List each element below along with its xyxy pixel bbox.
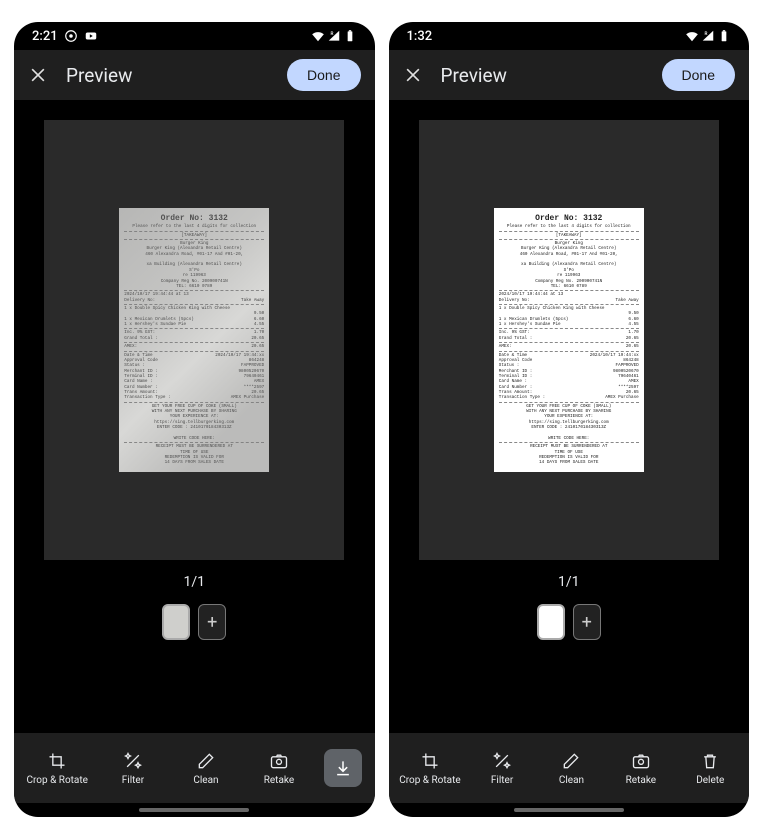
signal-icon: R	[327, 29, 341, 43]
bottom-toolbar: Crop & Rotate Filter Clean Retake Delete	[389, 733, 750, 803]
eraser-icon	[561, 751, 581, 771]
close-icon[interactable]	[403, 65, 423, 85]
scanned-receipt: Order No: 3132 Please refer to the last …	[119, 208, 269, 471]
camera-icon	[269, 751, 289, 771]
preview-frame[interactable]: Order No: 3132 Please refer to the last …	[419, 120, 719, 560]
crop-rotate-button[interactable]: Crop & Rotate	[27, 751, 88, 786]
thumbnail-strip: +	[537, 604, 601, 640]
preview-area: Order No: 3132 Please refer to the last …	[389, 100, 750, 733]
clean-button[interactable]: Clean	[543, 751, 599, 786]
nav-bar	[14, 803, 375, 817]
thumbnail-1[interactable]	[537, 604, 565, 640]
thumbnail-strip: +	[162, 604, 226, 640]
page-counter: 1/1	[183, 574, 205, 590]
camera-icon	[631, 751, 651, 771]
crop-rotate-button[interactable]: Crop & Rotate	[399, 751, 460, 786]
youtube-icon	[84, 29, 98, 43]
retake-button[interactable]: Retake	[251, 751, 307, 786]
clock: 2:21	[32, 29, 58, 44]
bottom-toolbar: Crop & Rotate Filter Clean Retake	[14, 733, 375, 803]
header: Preview Done	[389, 50, 750, 100]
battery-icon	[717, 29, 731, 43]
delete-button[interactable]: Delete	[682, 751, 738, 786]
clock: 1:32	[407, 29, 433, 44]
magic-icon	[123, 751, 143, 771]
phone-left: 2:21 R Preview Done Order No: 3132 Pleas…	[14, 22, 375, 817]
crop-icon	[47, 751, 67, 771]
magic-icon	[492, 751, 512, 771]
svg-text:R: R	[330, 31, 333, 37]
eraser-icon	[196, 751, 216, 771]
thumbnail-1[interactable]	[162, 604, 190, 640]
filter-button[interactable]: Filter	[105, 751, 161, 786]
page-title: Preview	[441, 64, 644, 87]
wifi-icon	[311, 29, 325, 43]
order-no: Order No: 3132	[499, 214, 639, 224]
add-page-button[interactable]: +	[573, 604, 601, 640]
done-button[interactable]: Done	[287, 59, 360, 91]
battery-icon	[343, 29, 357, 43]
page-title: Preview	[66, 64, 269, 87]
scanned-receipt: Order No: 3132 Please refer to the last …	[494, 208, 644, 471]
chrome-icon	[64, 29, 78, 43]
status-bar: 2:21 R	[14, 22, 375, 50]
done-button[interactable]: Done	[662, 59, 735, 91]
page-counter: 1/1	[558, 574, 580, 590]
nav-bar	[389, 803, 750, 817]
download-icon	[333, 758, 353, 778]
wifi-icon	[685, 29, 699, 43]
preview-area: Order No: 3132 Please refer to the last …	[14, 100, 375, 733]
retake-button[interactable]: Retake	[613, 751, 669, 786]
status-bar: 1:32 R	[389, 22, 750, 50]
filter-button[interactable]: Filter	[474, 751, 530, 786]
svg-text:R: R	[705, 31, 708, 37]
phone-right: 1:32 R Preview Done Order No: 3132 Pleas…	[389, 22, 750, 817]
clean-button[interactable]: Clean	[178, 751, 234, 786]
order-no: Order No: 3132	[124, 214, 264, 224]
trash-icon	[700, 751, 720, 771]
preview-frame[interactable]: Order No: 3132 Please refer to the last …	[44, 120, 344, 560]
signal-icon: R	[701, 29, 715, 43]
add-page-button[interactable]: +	[198, 604, 226, 640]
close-icon[interactable]	[28, 65, 48, 85]
header: Preview Done	[14, 50, 375, 100]
crop-icon	[420, 751, 440, 771]
download-button[interactable]	[324, 749, 362, 787]
